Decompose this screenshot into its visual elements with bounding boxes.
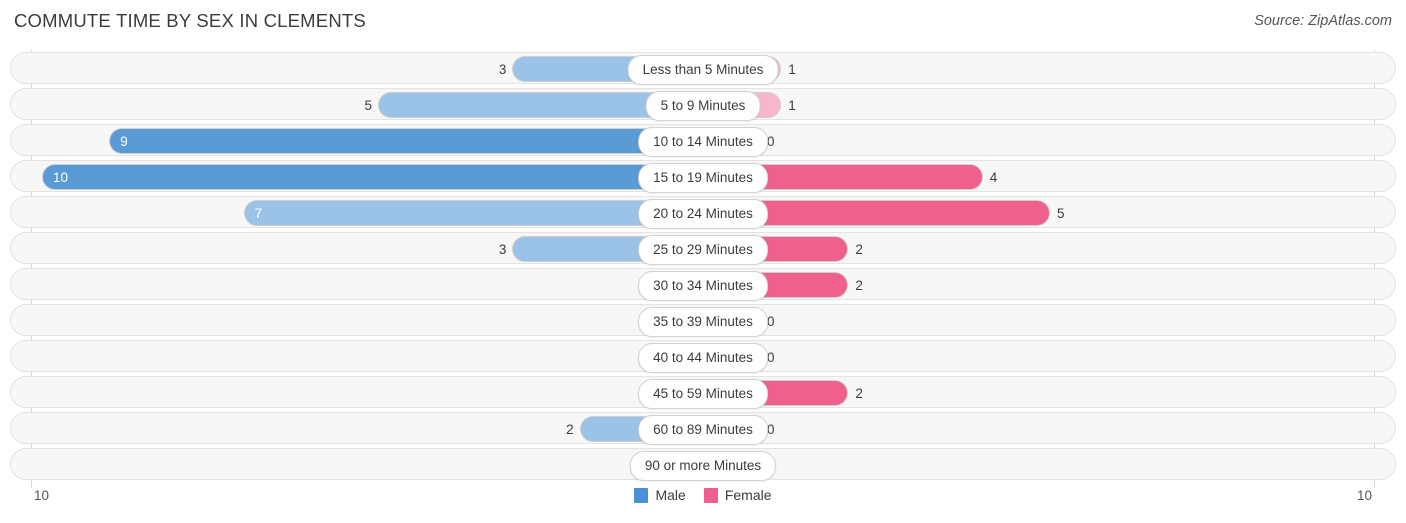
table-row[interactable]: 0090 or more Minutes [10,448,1396,481]
male-half: 2 [42,416,714,442]
male-half: 0 [42,380,714,406]
female-half: 4 [714,164,1386,190]
female-half: 0 [714,128,1386,154]
legend-item-female[interactable]: Female [703,487,772,503]
female-half: 2 [714,236,1386,262]
male-half: 3 [42,236,714,262]
female-half: 2 [714,380,1386,406]
female-half: 2 [714,272,1386,298]
table-row[interactable]: 0 040 to 44 Minutes [10,340,1396,373]
male-half: 0 [42,308,714,334]
category-label: 5 to 9 Minutes [645,91,761,121]
category-label: 45 to 59 Minutes [638,379,768,409]
male-value-label: 9 [120,134,128,149]
table-row[interactable]: 7 5 20 to 24 Minutes [10,196,1396,229]
page-title: COMMUTE TIME BY SEX IN CLEMENTS [14,10,366,31]
female-value-label: 2 [855,386,863,401]
female-half: 1 [714,92,1386,118]
female-value-label: 0 [767,422,775,437]
female-half: 0 [714,308,1386,334]
category-label: 25 to 29 Minutes [638,235,768,265]
female-value-label: 0 [767,350,775,365]
legend-item-male[interactable]: Male [634,487,686,503]
male-bar[interactable]: 9 [109,128,714,154]
female-value-label: 1 [788,98,796,113]
chart-legend: Male Female [0,487,1406,503]
category-label: 30 to 34 Minutes [638,271,768,301]
female-half: 0 [714,452,1386,478]
female-value-label: 2 [855,242,863,257]
legend-label-female: Female [724,487,772,503]
female-half: 1 [714,56,1386,82]
female-half: 0 [714,344,1386,370]
table-row[interactable]: 0 035 to 39 Minutes [10,304,1396,337]
table-row[interactable]: 0 2 30 to 34 Minutes [10,268,1396,301]
category-label: 90 or more Minutes [629,451,777,481]
category-label: 35 to 39 Minutes [638,307,768,337]
male-value-label: 5 [364,98,372,113]
male-bar[interactable]: 10 [42,164,714,190]
category-label: 10 to 14 Minutes [638,127,768,157]
legend-swatch-male-icon [634,487,649,503]
male-value-label: 10 [53,170,69,185]
male-value-label: 2 [566,422,574,437]
male-half: 5 [42,92,714,118]
table-row[interactable]: 9 0 10 to 14 Minutes [10,124,1396,157]
male-half: 7 [42,200,714,226]
male-value-label: 7 [254,206,263,221]
female-half: 0 [714,416,1386,442]
male-half: 0 [42,452,714,478]
category-label: 40 to 44 Minutes [638,343,768,373]
male-half: 10 [42,164,714,190]
male-half: 0 [42,272,714,298]
male-half: 3 [42,56,714,82]
source-attribution: Source: ZipAtlas.com [1254,13,1392,29]
chart-container: COMMUTE TIME BY SEX IN CLEMENTS Source: … [0,0,1406,523]
category-label: 20 to 24 Minutes [638,199,768,229]
plot-area: 3 1 Less than 5 Minutes 5 1 5 to 9 Minutes 9 0 1… [0,50,1406,488]
male-value-label: 3 [498,62,507,77]
female-value-label: 2 [855,278,863,293]
female-value-label: 0 [767,134,775,149]
table-row[interactable]: 3 2 25 to 29 Minutes [10,232,1396,265]
legend-label-male: Male [655,487,686,503]
category-label: Less than 5 Minutes [627,55,779,85]
female-value-label: 0 [767,314,775,329]
female-half: 5 [714,200,1386,226]
table-row[interactable]: 3 1 Less than 5 Minutes [10,52,1396,85]
female-value-label: 5 [1057,206,1065,221]
male-value-label: 3 [498,242,507,257]
male-half: 0 [42,344,714,370]
table-row[interactable]: 0 2 45 to 59 Minutes [10,376,1396,409]
table-row[interactable]: 10 4 15 to 19 Minutes [10,160,1396,193]
table-row[interactable]: 5 1 5 to 9 Minutes [10,88,1396,121]
table-row[interactable]: 2 0 60 to 89 Minutes [10,412,1396,445]
female-value-label: 1 [788,62,796,77]
category-label: 15 to 19 Minutes [638,163,768,193]
legend-swatch-female-icon [703,487,718,503]
female-value-label: 4 [989,170,998,185]
male-half: 9 [42,128,714,154]
category-label: 60 to 89 Minutes [638,415,768,445]
